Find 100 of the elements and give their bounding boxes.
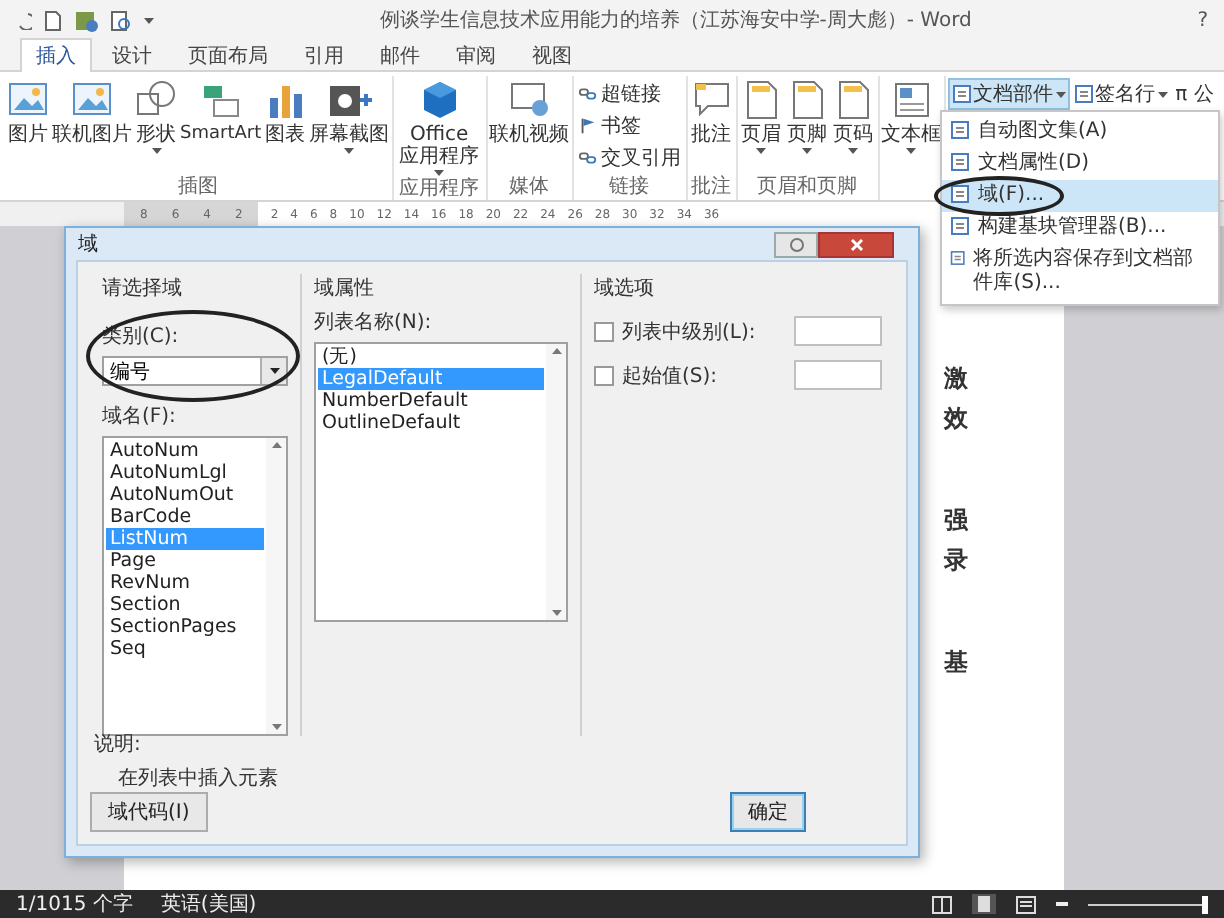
caret-icon bbox=[1157, 91, 1168, 97]
web-layout-icon[interactable] bbox=[1016, 895, 1036, 913]
menu-item[interactable]: 将所选内容保存到文档部件库(S)... bbox=[942, 244, 1218, 300]
circle-icon bbox=[789, 237, 803, 251]
page-icon bbox=[950, 120, 970, 140]
ribbon-tab[interactable]: 页面布局 bbox=[172, 38, 284, 72]
menu-item[interactable]: 自动图文集(A) bbox=[942, 116, 1218, 148]
ribbon-button[interactable]: 批注 bbox=[689, 76, 734, 148]
scroll-up-icon[interactable] bbox=[551, 348, 561, 354]
caret-icon bbox=[144, 17, 154, 23]
ribbon-button[interactable]: 图表 bbox=[263, 76, 308, 148]
section-heading: 请选择域 bbox=[102, 275, 184, 302]
checkbox-label: 列表中级别(L): bbox=[622, 319, 758, 345]
slider-thumb[interactable] bbox=[1201, 895, 1208, 913]
text-box-icon bbox=[889, 78, 934, 122]
ribbon-tab[interactable]: 设计 bbox=[96, 38, 168, 72]
section-heading: 域选项 bbox=[594, 275, 656, 302]
ribbon-button[interactable]: 形状 bbox=[134, 76, 178, 156]
list-item[interactable]: Page bbox=[106, 550, 264, 572]
group-label: 页眉和页脚 bbox=[755, 176, 860, 200]
description-label: 说明: bbox=[94, 732, 141, 758]
ribbon-button[interactable]: Office 应用程序 bbox=[395, 76, 484, 178]
document-text: 激 bbox=[944, 362, 970, 396]
description-text: 在列表中插入元素 bbox=[116, 765, 278, 792]
scroll-down-icon[interactable] bbox=[551, 610, 561, 616]
page-icon bbox=[950, 152, 970, 172]
group-label: 应用程序 bbox=[397, 178, 482, 202]
ribbon-button[interactable]: 文档部件 bbox=[947, 78, 1070, 110]
new-document-icon[interactable] bbox=[44, 9, 62, 31]
print-layout-icon[interactable] bbox=[972, 894, 996, 914]
scroll-up-icon[interactable] bbox=[271, 442, 281, 448]
ribbon-button[interactable]: 签名行 bbox=[1069, 78, 1172, 110]
list-item[interactable]: AutoNumOut bbox=[106, 484, 264, 506]
page-icon bbox=[950, 216, 970, 236]
ribbon-button[interactable]: π 公 bbox=[1171, 78, 1218, 110]
menu-item[interactable]: 文档属性(D) bbox=[942, 148, 1218, 180]
section-heading: 域属性 bbox=[314, 275, 376, 302]
checkbox-label: 起始值(S): bbox=[622, 363, 720, 389]
scroll-down-icon[interactable] bbox=[271, 724, 281, 730]
document-text: 效 bbox=[944, 402, 970, 436]
menu-item[interactable]: 构建基块管理器(B)... bbox=[942, 212, 1218, 244]
ribbon-button[interactable]: 页码 bbox=[831, 76, 876, 156]
language-indicator[interactable]: 英语(美国) bbox=[160, 890, 257, 918]
ribbon-button[interactable]: 文本框 bbox=[881, 76, 942, 156]
list-item[interactable]: Seq bbox=[106, 638, 264, 660]
close-button[interactable] bbox=[818, 231, 894, 257]
list-item[interactable]: NumberDefault bbox=[318, 390, 544, 412]
print-preview-icon[interactable] bbox=[110, 9, 132, 31]
field-label: 列表名称(N): bbox=[314, 309, 434, 336]
list-item[interactable]: Section bbox=[106, 594, 264, 616]
ribbon-tab[interactable]: 邮件 bbox=[364, 38, 436, 72]
list-item[interactable]: OutlineDefault bbox=[318, 412, 544, 434]
caret-icon bbox=[1055, 91, 1066, 97]
undo-icon[interactable] bbox=[16, 10, 32, 30]
comment-icon bbox=[689, 78, 734, 122]
list-item[interactable]: AutoNum bbox=[106, 440, 264, 462]
checkbox[interactable] bbox=[594, 365, 614, 385]
ribbon-button[interactable]: 书签 bbox=[575, 112, 684, 140]
input-field[interactable] bbox=[794, 360, 882, 390]
list-item[interactable]: SectionPages bbox=[106, 616, 264, 638]
ribbon-button[interactable]: 页眉 bbox=[739, 76, 784, 156]
page-icon bbox=[950, 184, 970, 204]
ribbon-button[interactable]: 超链接 bbox=[575, 80, 684, 108]
list-item[interactable]: BarCode bbox=[106, 506, 264, 528]
list-item[interactable]: AutoNumLgl bbox=[106, 462, 264, 484]
ribbon-tab[interactable]: 插入 bbox=[20, 38, 92, 72]
document-text: 强 bbox=[944, 504, 970, 538]
group-label: 批注 bbox=[689, 176, 734, 200]
category-dropdown[interactable]: 编号 bbox=[102, 356, 288, 386]
save-icon[interactable] bbox=[74, 9, 98, 31]
group-label: 链接 bbox=[607, 176, 652, 200]
window-title: 例谈学生信息技术应用能力的培养（江苏海安中学-周大彪）- Word bbox=[377, 7, 974, 34]
ribbon-button[interactable]: 页脚 bbox=[785, 76, 830, 156]
ok-button[interactable]: 确定 bbox=[730, 792, 806, 832]
field-codes-button[interactable]: 域代码(I) bbox=[90, 792, 208, 832]
ribbon-tab[interactable]: 审阅 bbox=[440, 38, 512, 72]
field-label: 域名(F): bbox=[102, 403, 178, 430]
list-item[interactable]: (无) bbox=[318, 346, 544, 368]
ribbon-button[interactable]: SmartArt bbox=[180, 76, 262, 148]
ribbon-button[interactable]: 联机视频 bbox=[489, 76, 570, 148]
word-count[interactable]: 1/1015 个字 bbox=[16, 890, 133, 918]
ribbon-button[interactable]: 联机图片 bbox=[52, 76, 132, 148]
ribbon-button[interactable]: 交叉引用 bbox=[575, 144, 684, 172]
help-button[interactable] bbox=[774, 231, 818, 257]
caret-icon bbox=[269, 368, 279, 374]
ribbon-tab[interactable]: 引用 bbox=[288, 38, 360, 72]
close-icon bbox=[849, 237, 863, 251]
list-item[interactable]: RevNum bbox=[106, 572, 264, 594]
group-label: 媒体 bbox=[507, 176, 552, 200]
ribbon-button[interactable]: 图片 bbox=[6, 76, 50, 148]
checkbox[interactable] bbox=[594, 321, 614, 341]
document-text: 录 bbox=[944, 544, 970, 578]
monitor-icon bbox=[507, 78, 552, 122]
read-mode-icon[interactable] bbox=[932, 895, 952, 913]
help-button[interactable]: ? bbox=[1197, 9, 1208, 31]
ribbon-button[interactable]: 屏幕截图 bbox=[309, 76, 390, 156]
flag-icon bbox=[577, 116, 598, 136]
input-field[interactable] bbox=[794, 316, 882, 346]
link-icon bbox=[577, 84, 598, 104]
ribbon-tab[interactable]: 视图 bbox=[516, 38, 588, 72]
